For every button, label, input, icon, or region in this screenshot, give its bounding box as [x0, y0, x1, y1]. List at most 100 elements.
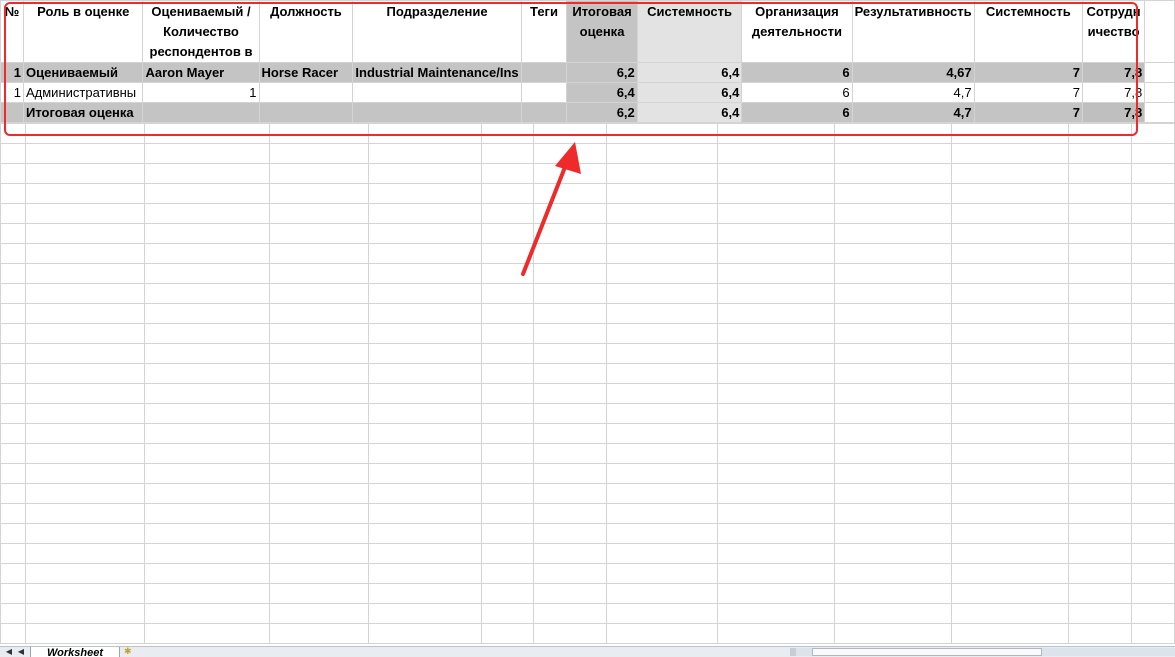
- cell-position[interactable]: [258, 102, 354, 123]
- empty-cell[interactable]: [533, 603, 608, 624]
- empty-cell[interactable]: [833, 143, 952, 164]
- empty-cell[interactable]: [368, 263, 483, 284]
- empty-cell[interactable]: [1067, 443, 1132, 464]
- empty-cell[interactable]: [144, 143, 271, 164]
- empty-cell[interactable]: [833, 183, 952, 204]
- empty-cell[interactable]: [368, 143, 483, 164]
- empty-cell[interactable]: [606, 383, 719, 404]
- empty-cell[interactable]: [0, 143, 26, 164]
- empty-cell[interactable]: [1130, 243, 1175, 264]
- empty-cell[interactable]: [950, 123, 1069, 144]
- empty-cell[interactable]: [833, 283, 952, 304]
- cell-num[interactable]: [0, 102, 24, 123]
- empty-cell[interactable]: [24, 563, 146, 584]
- header-employee[interactable]: Сотрудн ичество: [1081, 0, 1146, 63]
- empty-cell[interactable]: [144, 283, 271, 304]
- empty-cell[interactable]: [533, 463, 608, 484]
- empty-cell[interactable]: [606, 583, 719, 604]
- empty-cell[interactable]: [717, 523, 835, 544]
- empty-cell[interactable]: [1130, 203, 1175, 224]
- empty-cell[interactable]: [833, 623, 952, 644]
- empty-cell[interactable]: [717, 343, 835, 364]
- empty-cell[interactable]: [24, 403, 146, 424]
- empty-cell[interactable]: [368, 463, 483, 484]
- first-sheet-icon[interactable]: ◀: [4, 648, 14, 656]
- empty-cell[interactable]: [950, 263, 1069, 284]
- empty-cell[interactable]: [144, 343, 271, 364]
- empty-cell[interactable]: [269, 303, 370, 324]
- empty-cell[interactable]: [368, 403, 483, 424]
- empty-cell[interactable]: [1067, 623, 1132, 644]
- empty-cell[interactable]: [833, 423, 952, 444]
- empty-cell[interactable]: [24, 163, 146, 184]
- cell-position[interactable]: Horse Racer: [258, 62, 354, 83]
- empty-cell[interactable]: [533, 523, 608, 544]
- empty-cell[interactable]: [269, 403, 370, 424]
- empty-cell[interactable]: [533, 423, 608, 444]
- empty-cell[interactable]: [269, 603, 370, 624]
- empty-cell[interactable]: [1144, 62, 1175, 83]
- empty-cell[interactable]: [24, 203, 146, 224]
- empty-cell[interactable]: [144, 203, 271, 224]
- empty-cell[interactable]: [481, 343, 535, 364]
- empty-cell[interactable]: [833, 603, 952, 624]
- empty-cell[interactable]: [1067, 423, 1132, 444]
- empty-cell[interactable]: [1130, 343, 1175, 364]
- empty-cell[interactable]: [606, 183, 719, 204]
- cell-role[interactable]: Оцениваемый: [22, 62, 144, 83]
- empty-cell[interactable]: [144, 303, 271, 324]
- prev-sheet-icon[interactable]: ◀: [16, 648, 26, 656]
- empty-cell[interactable]: [833, 443, 952, 464]
- empty-cell[interactable]: [368, 543, 483, 564]
- empty-cell[interactable]: [1067, 343, 1132, 364]
- empty-cell[interactable]: [950, 463, 1069, 484]
- empty-cell[interactable]: [24, 583, 146, 604]
- cell-department[interactable]: Industrial Maintenance/Ins: [352, 62, 522, 83]
- header-system-1[interactable]: Системность: [636, 0, 743, 63]
- empty-cell[interactable]: [1130, 303, 1175, 324]
- empty-cell[interactable]: [950, 403, 1069, 424]
- empty-cell[interactable]: [24, 143, 146, 164]
- empty-cell[interactable]: [1067, 603, 1132, 624]
- empty-cell[interactable]: [368, 423, 483, 444]
- empty-cell[interactable]: [717, 323, 835, 344]
- cell-evaluated[interactable]: Aaron Mayer: [142, 62, 260, 83]
- empty-cell[interactable]: [833, 583, 952, 604]
- empty-cell[interactable]: [833, 343, 952, 364]
- empty-cell[interactable]: [481, 443, 535, 464]
- empty-cell[interactable]: [481, 563, 535, 584]
- empty-cell[interactable]: [533, 343, 608, 364]
- empty-cell[interactable]: [833, 483, 952, 504]
- empty-cell[interactable]: [144, 503, 271, 524]
- empty-cell[interactable]: [144, 383, 271, 404]
- empty-cell[interactable]: [717, 123, 835, 144]
- empty-cell[interactable]: [144, 423, 271, 444]
- empty-cell[interactable]: [24, 223, 146, 244]
- empty-cell[interactable]: [606, 223, 719, 244]
- empty-cell[interactable]: [481, 503, 535, 524]
- empty-cell[interactable]: [1067, 543, 1132, 564]
- empty-cell[interactable]: [144, 123, 271, 144]
- empty-cell[interactable]: [368, 603, 483, 624]
- empty-cell[interactable]: [1144, 0, 1175, 63]
- empty-cell[interactable]: [717, 463, 835, 484]
- empty-cell[interactable]: [368, 563, 483, 584]
- empty-cell[interactable]: [368, 383, 483, 404]
- empty-cell[interactable]: [533, 403, 608, 424]
- empty-cell[interactable]: [1130, 403, 1175, 424]
- empty-cell[interactable]: [144, 523, 271, 544]
- cell-num[interactable]: 1: [0, 82, 24, 103]
- empty-cell[interactable]: [0, 163, 26, 184]
- empty-cell[interactable]: [368, 483, 483, 504]
- empty-cell[interactable]: [717, 483, 835, 504]
- empty-cell[interactable]: [833, 563, 952, 584]
- empty-cell[interactable]: [269, 263, 370, 284]
- empty-cell[interactable]: [717, 503, 835, 524]
- empty-cell[interactable]: [269, 243, 370, 264]
- empty-cell[interactable]: [606, 163, 719, 184]
- empty-cell[interactable]: [269, 543, 370, 564]
- cell-results[interactable]: 4,7: [851, 102, 975, 123]
- empty-cell[interactable]: [950, 423, 1069, 444]
- empty-cell[interactable]: [833, 463, 952, 484]
- empty-cell[interactable]: [717, 563, 835, 584]
